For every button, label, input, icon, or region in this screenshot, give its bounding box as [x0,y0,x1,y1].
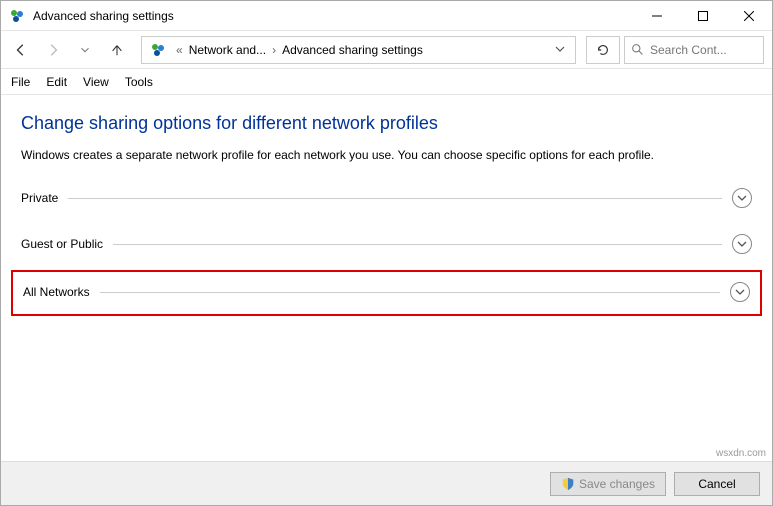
breadcrumb-item-current[interactable]: Advanced sharing settings [282,43,423,57]
forward-button[interactable] [39,36,67,64]
titlebar: Advanced sharing settings [1,1,772,31]
content-area: Change sharing options for different net… [1,95,772,316]
menu-bar: File Edit View Tools [1,69,772,95]
search-icon [631,43,644,56]
refresh-button[interactable] [586,36,620,64]
menu-tools[interactable]: Tools [125,75,153,89]
watermark: wsxdn.com [716,448,766,459]
control-panel-icon [9,8,25,24]
menu-file[interactable]: File [11,75,30,89]
footer-bar: Save changes Cancel [1,461,772,505]
section-label: Guest or Public [21,237,103,251]
cancel-button-label: Cancel [698,477,735,491]
navigation-bar: « Network and... › Advanced sharing sett… [1,31,772,69]
save-button-label: Save changes [579,477,655,491]
save-changes-button[interactable]: Save changes [550,472,666,496]
section-all-networks[interactable]: All Networks [23,276,750,308]
chevron-right-icon: « [174,43,185,57]
menu-edit[interactable]: Edit [46,75,67,89]
chevron-down-icon[interactable] [732,188,752,208]
breadcrumb[interactable]: « Network and... › Advanced sharing sett… [141,36,576,64]
recent-dropdown-button[interactable] [71,36,99,64]
window-title: Advanced sharing settings [33,9,634,23]
section-guest-public[interactable]: Guest or Public [21,228,752,260]
maximize-button[interactable] [680,1,726,31]
chevron-down-icon[interactable] [730,282,750,302]
section-label: All Networks [23,285,90,299]
divider [68,198,722,199]
search-placeholder: Search Cont... [650,43,727,57]
highlight-box: All Networks [11,270,762,316]
divider [113,244,722,245]
shield-icon [561,477,575,491]
close-button[interactable] [726,1,772,31]
control-panel-icon [150,42,166,58]
menu-view[interactable]: View [83,75,109,89]
page-title: Change sharing options for different net… [21,113,752,134]
breadcrumb-item-network[interactable]: Network and... [189,43,266,57]
search-input[interactable]: Search Cont... [624,36,764,64]
chevron-down-icon[interactable] [732,234,752,254]
divider [100,292,720,293]
chevron-right-icon[interactable]: › [270,43,278,57]
section-label: Private [21,191,58,205]
cancel-button[interactable]: Cancel [674,472,760,496]
page-description: Windows creates a separate network profi… [21,146,752,164]
back-button[interactable] [7,36,35,64]
breadcrumb-dropdown-icon[interactable] [549,43,571,57]
section-private[interactable]: Private [21,182,752,214]
up-button[interactable] [103,36,131,64]
minimize-button[interactable] [634,1,680,31]
